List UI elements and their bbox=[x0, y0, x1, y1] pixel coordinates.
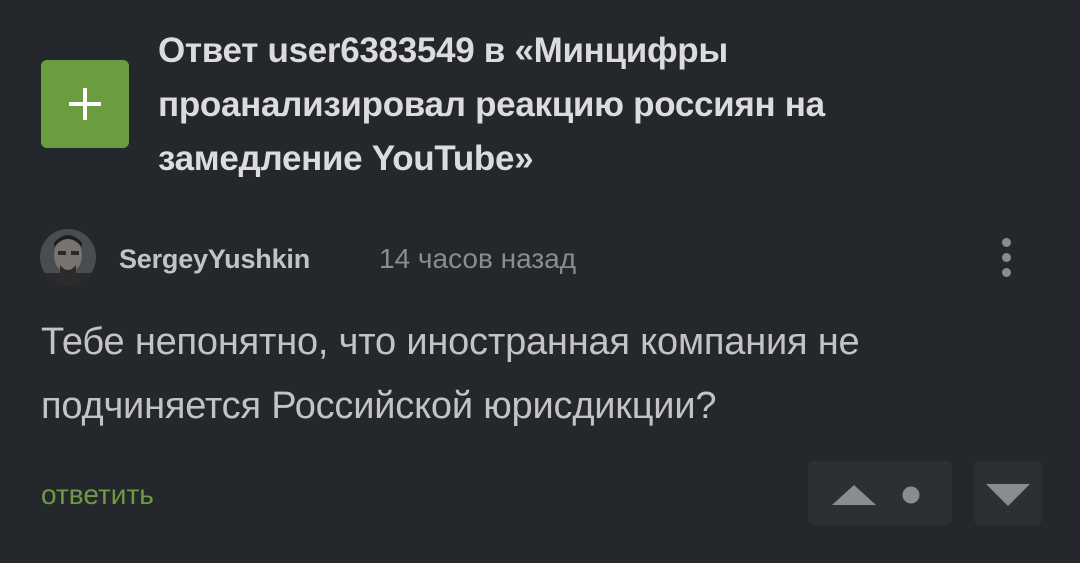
author-name[interactable]: SergeyYushkin bbox=[119, 244, 310, 274]
vote-up-group bbox=[808, 461, 952, 525]
expand-post-button[interactable] bbox=[41, 60, 129, 148]
user-avatar-image bbox=[40, 229, 96, 285]
comment-text: Тебе непонятно, что иностранная компания… bbox=[41, 321, 860, 427]
more-options-button[interactable] bbox=[990, 234, 1024, 282]
plus-icon bbox=[69, 88, 101, 120]
vertical-dots-icon bbox=[1002, 253, 1011, 262]
triangle-down-icon[interactable] bbox=[986, 484, 1030, 506]
reply-link[interactable]: ответить bbox=[41, 478, 154, 512]
upvote-button[interactable] bbox=[832, 485, 876, 505]
downvote-button[interactable] bbox=[974, 461, 1042, 525]
comment-page: Ответ user6383549 в «Минцифры проанализи… bbox=[0, 0, 1080, 563]
triangle-up-icon[interactable] bbox=[832, 485, 876, 505]
avatar[interactable] bbox=[40, 229, 96, 285]
post-title[interactable]: Ответ user6383549 в «Минцифры проанализи… bbox=[158, 24, 1038, 186]
comment-timestamp: 14 часов назад bbox=[379, 243, 577, 274]
dot-icon bbox=[902, 486, 920, 504]
vertical-dots-icon bbox=[1002, 238, 1011, 247]
vertical-dots-icon bbox=[1002, 268, 1011, 277]
